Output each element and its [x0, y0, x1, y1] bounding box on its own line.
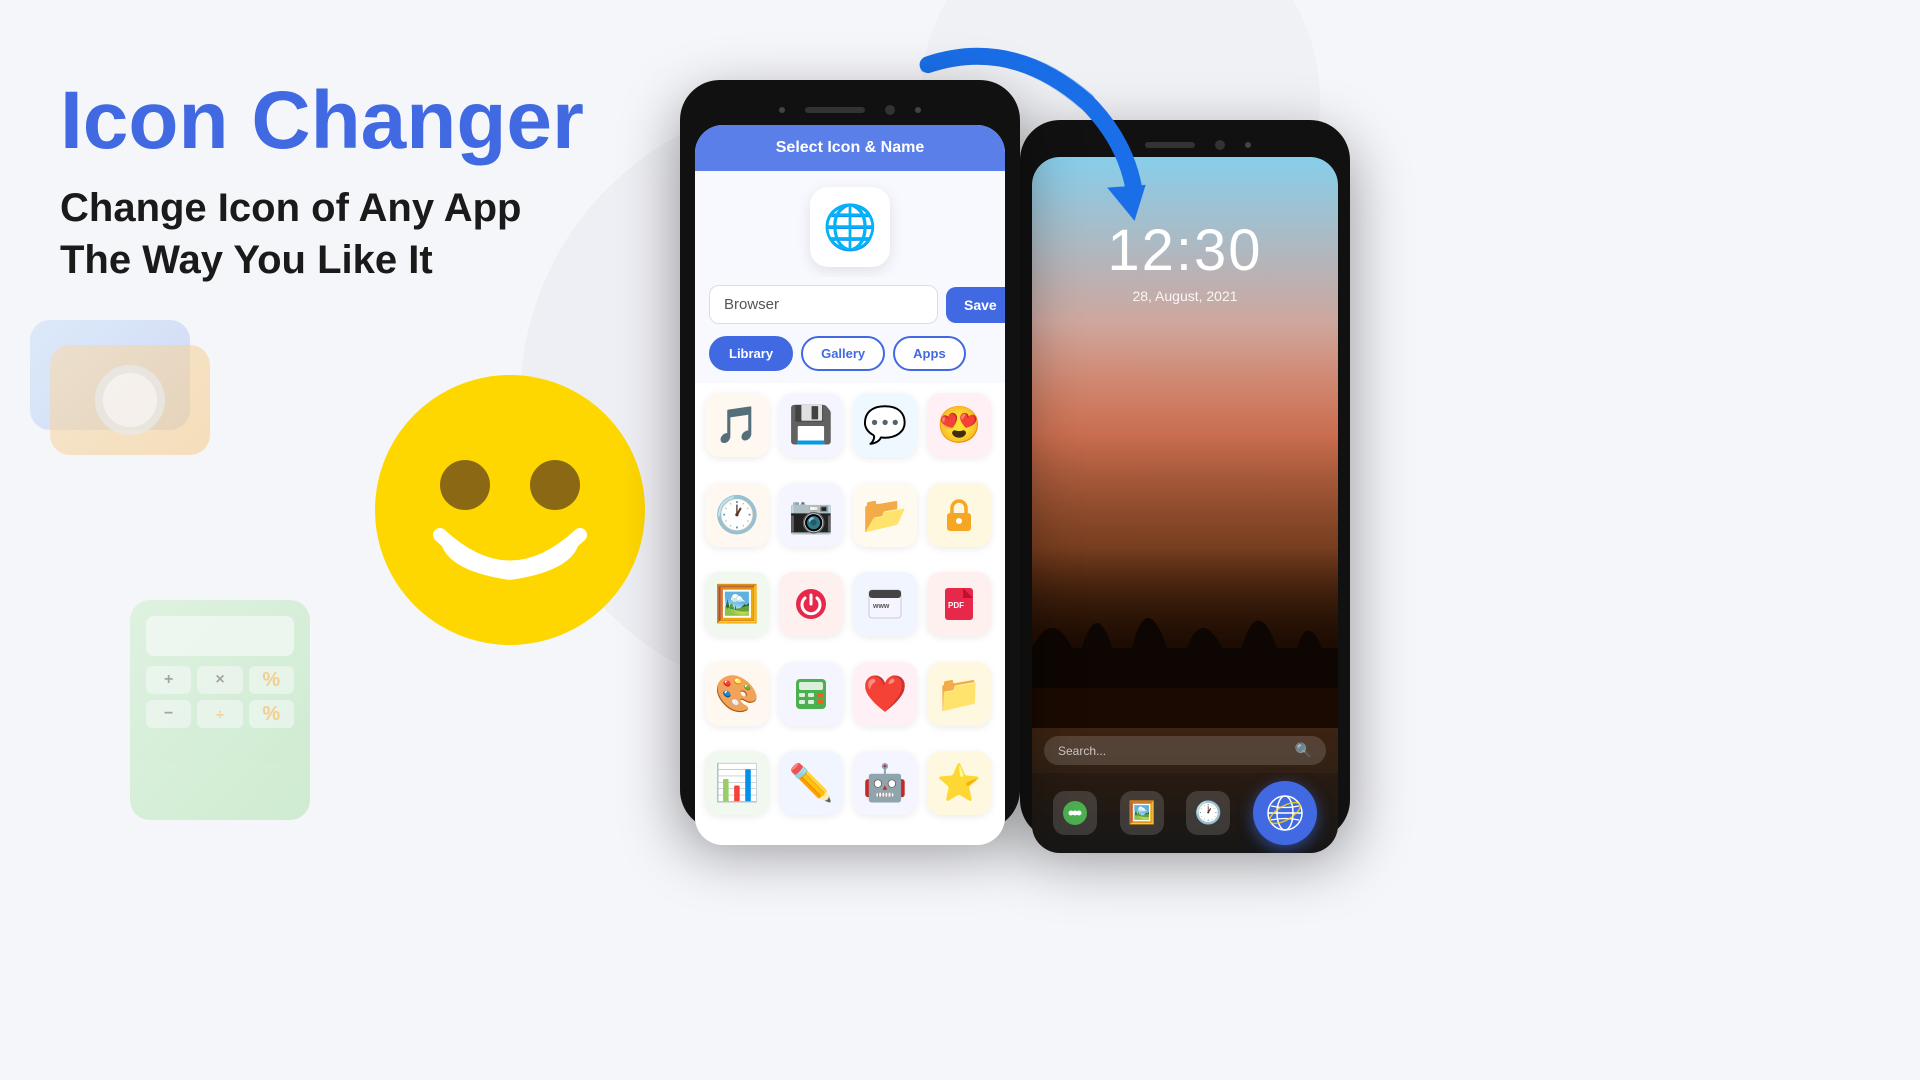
- left-content: Icon Changer Change Icon of Any App The …: [60, 80, 584, 286]
- tab-apps[interactable]: Apps: [893, 336, 966, 371]
- lockscreen-bg: 12:30 28, August, 2021 Search...: [1032, 157, 1338, 853]
- calc-btn-times: ×: [197, 666, 242, 694]
- lockscreen-date: 28, August, 2021: [1032, 288, 1338, 304]
- grid-icon-chat[interactable]: 💬: [853, 393, 917, 457]
- power-svg-icon: [793, 586, 829, 622]
- tab-gallery[interactable]: Gallery: [801, 336, 885, 371]
- grid-icon-star[interactable]: ⭐: [927, 751, 991, 815]
- calc-display: [146, 616, 294, 656]
- phone-top-bar: [695, 95, 1005, 125]
- top-dot-left: [779, 107, 785, 113]
- tabs-row: Library Gallery Apps: [695, 336, 1005, 383]
- grid-icon-lock[interactable]: [927, 483, 991, 547]
- name-input[interactable]: [709, 285, 938, 324]
- icon-preview-area: 🌐: [695, 171, 1005, 277]
- grid-icon-chart[interactable]: 📊: [705, 751, 769, 815]
- phone-screen-2: 12:30 28, August, 2021 Search...: [1032, 157, 1338, 853]
- search-icon-lock: 🔍: [1295, 742, 1312, 759]
- grid-icon-music[interactable]: 🎵: [705, 393, 769, 457]
- svg-text:www: www: [872, 603, 890, 610]
- name-input-row: Save: [695, 277, 1005, 336]
- icon-preview-box: 🌐: [810, 187, 890, 267]
- top-speaker: [805, 107, 865, 113]
- phone-1: Select Icon & Name 🌐 Save Library Galler…: [680, 80, 1020, 830]
- grid-icon-folder[interactable]: 📂: [853, 483, 917, 547]
- grid-icon-pdf[interactable]: PDF: [927, 572, 991, 636]
- grid-icon-folder2[interactable]: 📁: [927, 662, 991, 726]
- grid-icon-robot[interactable]: 🤖: [853, 751, 917, 815]
- calc-btn-percent: %: [249, 700, 294, 728]
- grid-icon-edit[interactable]: ✏️: [779, 751, 843, 815]
- grid-icon-love[interactable]: 😍: [927, 393, 991, 457]
- calc-btn-plus: +: [146, 666, 191, 694]
- dock-browser-large[interactable]: [1253, 781, 1317, 845]
- pdf-svg-icon: PDF: [941, 586, 977, 622]
- calc-buttons: + × % − ÷ %: [146, 666, 294, 728]
- calc-deco: + × % − ÷ %: [130, 600, 310, 820]
- dock-messages-svg: [1061, 799, 1089, 827]
- calc-btn-eq: ÷: [197, 700, 242, 728]
- camera-lens: [95, 365, 165, 435]
- subtitle-line1: Change Icon of Any App: [60, 182, 584, 234]
- subtitle-line2: The Way You Like It: [60, 234, 584, 286]
- camera-deco: [30, 320, 230, 480]
- phone2-camera: [1215, 140, 1225, 150]
- top-dot-right: [915, 107, 921, 113]
- icon-grid: 🎵 💾 💬 😍 🕐 📷 📂 🖼️: [695, 383, 1005, 845]
- bottom-dock: 🖼️ 🕐: [1032, 773, 1338, 853]
- phone-header: Select Icon & Name: [695, 125, 1005, 171]
- svg-text:PDF: PDF: [948, 601, 964, 610]
- calc-btn-minus: −: [146, 700, 191, 728]
- phone-screen-1: Select Icon & Name 🌐 Save Library Galler…: [695, 125, 1005, 845]
- smiley-decoration: [370, 370, 650, 655]
- grid-icon-image[interactable]: 🖼️: [705, 572, 769, 636]
- calc-svg-icon: [793, 676, 829, 712]
- grid-icon-camera[interactable]: 📷: [779, 483, 843, 547]
- lockscreen-bottom-bar: Search... 🔍: [1032, 728, 1338, 773]
- camera-decoration: [30, 320, 230, 480]
- grid-icon-power[interactable]: [779, 572, 843, 636]
- browser-globe-svg: [1266, 794, 1304, 832]
- app-subtitle: Change Icon of Any App The Way You Like …: [60, 182, 584, 286]
- calc-btn-div: %: [249, 666, 294, 694]
- grid-icon-calc[interactable]: [779, 662, 843, 726]
- app-title: Icon Changer: [60, 80, 584, 162]
- grid-icon-palette[interactable]: 🎨: [705, 662, 769, 726]
- top-camera: [885, 105, 895, 115]
- phone-frame-1: Select Icon & Name 🌐 Save Library Galler…: [680, 80, 1020, 830]
- grid-icon-clock[interactable]: 🕐: [705, 483, 769, 547]
- preview-icon: 🌐: [823, 201, 878, 253]
- smiley-svg: [370, 370, 650, 650]
- grid-icon-save[interactable]: 💾: [779, 393, 843, 457]
- phone-header-title: Select Icon & Name: [776, 139, 925, 156]
- dock-clock[interactable]: 🕐: [1186, 791, 1230, 835]
- www-svg-icon: www: [867, 586, 903, 622]
- search-text: Search...: [1058, 744, 1106, 758]
- calculator-decoration: + × % − ÷ %: [130, 600, 310, 820]
- grid-icon-web[interactable]: www: [853, 572, 917, 636]
- lock-svg-icon: [941, 497, 977, 533]
- dock-gallery[interactable]: 🖼️: [1120, 791, 1164, 835]
- trees-svg: [1032, 558, 1338, 688]
- search-bar-lock[interactable]: Search... 🔍: [1044, 736, 1326, 765]
- lockscreen-landscape: [1032, 324, 1338, 728]
- phone2-dot-right: [1245, 142, 1251, 148]
- tab-library[interactable]: Library: [709, 336, 793, 371]
- dock-messages[interactable]: [1053, 791, 1097, 835]
- grid-icon-heart[interactable]: ❤️: [853, 662, 917, 726]
- save-button[interactable]: Save: [946, 287, 1005, 323]
